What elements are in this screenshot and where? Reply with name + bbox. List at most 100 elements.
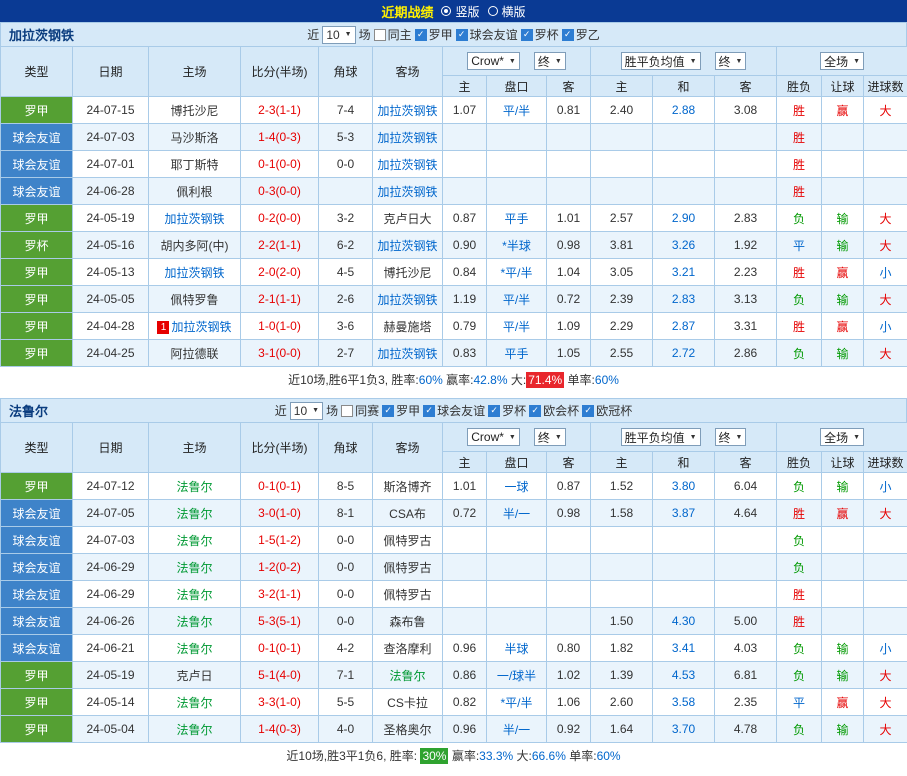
away-team-cell[interactable]: 加拉茨钢铁 [373, 286, 443, 313]
odds-final-select[interactable]: 终▼ [534, 428, 566, 446]
home-team-cell[interactable]: 佩特罗鲁 [149, 286, 241, 313]
column-subheader: 主 [591, 452, 653, 473]
recent-count-select[interactable]: 10▼ [290, 402, 323, 420]
odds-final-select[interactable]: 终▼ [534, 52, 566, 70]
avg-final-select[interactable]: 终▼ [715, 428, 747, 446]
away-team-cell[interactable]: 加拉茨钢铁 [373, 232, 443, 259]
league-filter-checkbox[interactable]: ✓欧会杯 [529, 402, 579, 419]
away-team-cell[interactable]: 佩特罗古 [373, 581, 443, 608]
league-cell[interactable]: 罗甲 [1, 286, 73, 313]
away-team-cell[interactable]: 圣格奥尔 [373, 716, 443, 743]
away-team-cell[interactable]: 加拉茨钢铁 [373, 340, 443, 367]
away-team-cell[interactable]: 赫曼施塔 [373, 313, 443, 340]
league-cell[interactable]: 球会友谊 [1, 178, 73, 205]
league-cell[interactable]: 球会友谊 [1, 635, 73, 662]
league-filter-checkbox[interactable]: ✓球会友谊 [423, 402, 485, 419]
league-filter-checkbox[interactable]: ✓罗甲 [382, 402, 420, 419]
away-team-cell[interactable]: 佩特罗古 [373, 554, 443, 581]
special-filter-checkbox[interactable]: 同赛 [341, 402, 379, 419]
summary-part: 近10场,胜3平1负6, 胜率: [286, 747, 420, 764]
league-cell[interactable]: 球会友谊 [1, 554, 73, 581]
result-cell: 负 [777, 662, 822, 689]
away-team-cell[interactable]: CSA布 [373, 500, 443, 527]
view-option-horizontal[interactable]: 横版 [488, 3, 526, 20]
special-filter-checkbox[interactable]: 同主 [374, 26, 412, 43]
avg-final-select[interactable]: 终▼ [715, 52, 747, 70]
home-team-cell[interactable]: 克卢日 [149, 662, 241, 689]
odds-handicap-cell: 平手 [487, 205, 547, 232]
away-team-cell[interactable]: 佩特罗古 [373, 527, 443, 554]
home-team-cell[interactable]: 加拉茨钢铁 [149, 259, 241, 286]
home-team-cell[interactable]: 佩利根 [149, 178, 241, 205]
home-team-cell[interactable]: 法鲁尔 [149, 689, 241, 716]
avg-odds-select[interactable]: 胜平负均值▼ [621, 52, 701, 70]
home-team-cell[interactable]: 法鲁尔 [149, 608, 241, 635]
league-cell[interactable]: 罗甲 [1, 716, 73, 743]
home-team-cell[interactable]: 加拉茨钢铁 [149, 205, 241, 232]
league-cell[interactable]: 球会友谊 [1, 151, 73, 178]
away-team-cell[interactable]: 斯洛博齐 [373, 473, 443, 500]
home-team-cell[interactable]: 法鲁尔 [149, 716, 241, 743]
league-filter-checkbox[interactable]: ✓罗甲 [415, 26, 453, 43]
league-filter-checkbox[interactable]: ✓欧冠杯 [582, 402, 632, 419]
corners-cell: 0-0 [319, 151, 373, 178]
league-cell[interactable]: 罗甲 [1, 340, 73, 367]
avg-odds-select[interactable]: 胜平负均值▼ [621, 428, 701, 446]
league-cell[interactable]: 球会友谊 [1, 581, 73, 608]
summary-part: 60% [595, 373, 619, 387]
scope-select[interactable]: 全场▼ [820, 52, 864, 70]
home-team-cell[interactable]: 法鲁尔 [149, 500, 241, 527]
league-cell[interactable]: 罗甲 [1, 259, 73, 286]
league-cell[interactable]: 球会友谊 [1, 527, 73, 554]
avg-home-cell: 1.64 [591, 716, 653, 743]
corners-cell: 3-6 [319, 313, 373, 340]
home-team-cell[interactable]: 胡内多阿(中) [149, 232, 241, 259]
league-cell[interactable]: 罗甲 [1, 205, 73, 232]
away-team-cell[interactable]: 加拉茨钢铁 [373, 124, 443, 151]
league-cell[interactable]: 罗甲 [1, 97, 73, 124]
away-team-cell[interactable]: CS卡拉 [373, 689, 443, 716]
league-filter-checkbox[interactable]: ✓罗乙 [562, 26, 600, 43]
odds-home-cell: 0.87 [443, 205, 487, 232]
home-team-cell[interactable]: 法鲁尔 [149, 473, 241, 500]
scope-select[interactable]: 全场▼ [820, 428, 864, 446]
goals-result-cell: 大 [864, 232, 907, 259]
odds-company-select[interactable]: Crow*▼ [467, 52, 520, 70]
league-cell[interactable]: 罗甲 [1, 313, 73, 340]
odds-company-select[interactable]: Crow*▼ [467, 428, 520, 446]
league-cell[interactable]: 球会友谊 [1, 124, 73, 151]
home-team-cell[interactable]: 马沙斯洛 [149, 124, 241, 151]
handicap-result-cell: 赢 [822, 313, 864, 340]
view-option-vertical[interactable]: 竖版 [441, 3, 479, 20]
league-cell[interactable]: 罗甲 [1, 689, 73, 716]
avg-home-cell: 1.39 [591, 662, 653, 689]
away-team-cell[interactable]: 克卢日大 [373, 205, 443, 232]
home-team-cell[interactable]: 1加拉茨钢铁 [149, 313, 241, 340]
league-cell[interactable]: 罗杯 [1, 232, 73, 259]
away-team-cell[interactable]: 加拉茨钢铁 [373, 151, 443, 178]
home-team-cell[interactable]: 法鲁尔 [149, 527, 241, 554]
home-team-cell[interactable]: 法鲁尔 [149, 635, 241, 662]
home-team-cell[interactable]: 法鲁尔 [149, 581, 241, 608]
league-cell[interactable]: 球会友谊 [1, 500, 73, 527]
goals-result-cell [864, 151, 907, 178]
home-team-cell[interactable]: 耶丁斯特 [149, 151, 241, 178]
home-team-name: 加拉茨钢铁 [164, 212, 224, 226]
match-row: 罗甲24-07-12法鲁尔0-1(0-1)8-5斯洛博齐1.01一球0.871.… [1, 473, 907, 500]
away-team-cell[interactable]: 法鲁尔 [373, 662, 443, 689]
away-team-cell[interactable]: 加拉茨钢铁 [373, 97, 443, 124]
home-team-cell[interactable]: 法鲁尔 [149, 554, 241, 581]
away-team-cell[interactable]: 森布鲁 [373, 608, 443, 635]
league-cell[interactable]: 罗甲 [1, 473, 73, 500]
league-filter-checkbox[interactable]: ✓罗杯 [488, 402, 526, 419]
league-filter-checkbox[interactable]: ✓球会友谊 [456, 26, 518, 43]
league-filter-checkbox[interactable]: ✓罗杯 [521, 26, 559, 43]
recent-count-select[interactable]: 10▼ [322, 26, 355, 44]
league-cell[interactable]: 球会友谊 [1, 608, 73, 635]
home-team-cell[interactable]: 博托沙尼 [149, 97, 241, 124]
away-team-cell[interactable]: 查洛摩利 [373, 635, 443, 662]
league-cell[interactable]: 罗甲 [1, 662, 73, 689]
away-team-cell[interactable]: 博托沙尼 [373, 259, 443, 286]
away-team-cell[interactable]: 加拉茨钢铁 [373, 178, 443, 205]
home-team-cell[interactable]: 阿拉德联 [149, 340, 241, 367]
